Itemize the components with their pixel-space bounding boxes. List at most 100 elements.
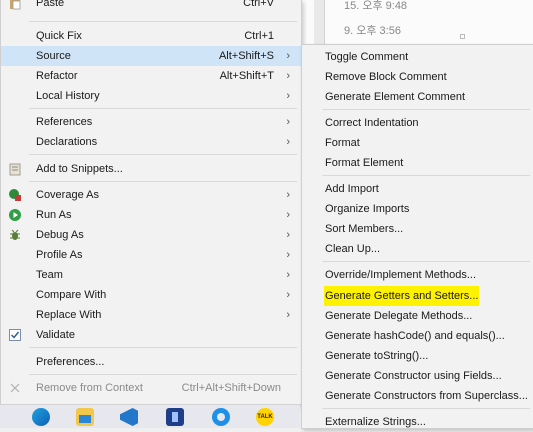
menu-separator bbox=[29, 347, 297, 348]
editor-marker bbox=[460, 34, 465, 39]
menu-item-label: Format Element bbox=[325, 157, 404, 169]
menu-item-label: Remove from Context bbox=[36, 382, 143, 394]
submenu-item-externalize-strings[interactable]: Externalize Strings... bbox=[302, 412, 533, 432]
submenu-item-generate-getters-setters[interactable]: Generate Getters and Setters... bbox=[302, 286, 533, 306]
menu-item-label: Add to Snippets... bbox=[36, 163, 123, 175]
menu-item-profile-as[interactable]: Profile As › bbox=[1, 245, 301, 265]
menu-item-label: Profile As bbox=[36, 249, 83, 261]
menu-separator bbox=[322, 109, 530, 110]
menu-item-coverage-as[interactable]: Coverage As › bbox=[1, 185, 301, 205]
submenu-arrow-icon: › bbox=[286, 289, 290, 301]
submenu-item-generate-constructor-fields[interactable]: Generate Constructor using Fields... bbox=[302, 366, 533, 386]
kakaotalk-icon[interactable]: TALK bbox=[256, 408, 274, 426]
submenu-arrow-icon: › bbox=[286, 269, 290, 281]
submenu-arrow-icon: › bbox=[286, 70, 290, 82]
submenu-item-toggle-comment[interactable]: Toggle Comment bbox=[302, 47, 533, 67]
menu-item-local-history[interactable]: Local History › bbox=[1, 86, 301, 106]
menu-item-label: Toggle Comment bbox=[325, 51, 409, 63]
internet-explorer-icon[interactable] bbox=[212, 408, 230, 426]
menu-item-refactor[interactable]: Refactor Alt+Shift+T › bbox=[1, 66, 301, 86]
menu-item-preferences[interactable]: Preferences... bbox=[1, 352, 301, 372]
submenu-item-clean-up[interactable]: Clean Up... bbox=[302, 239, 533, 259]
menu-item-label: Quick Fix bbox=[36, 30, 82, 42]
menu-item-label: Correct Indentation bbox=[325, 117, 419, 129]
context-menu: Paste Ctrl+V Quick Fix Ctrl+1 Source Alt… bbox=[0, 0, 302, 405]
menu-item-label: Override/Implement Methods... bbox=[325, 269, 477, 281]
menu-item-references[interactable]: References › bbox=[1, 112, 301, 132]
submenu-item-generate-hashcode-equals[interactable]: Generate hashCode() and equals()... bbox=[302, 326, 533, 346]
submenu-item-organize-imports[interactable]: Organize Imports bbox=[302, 199, 533, 219]
menu-item-label: Generate hashCode() and equals()... bbox=[325, 330, 505, 342]
menu-item-label: Debug As bbox=[36, 229, 84, 241]
menu-item-label: Team bbox=[36, 269, 63, 281]
coverage-icon bbox=[8, 188, 22, 202]
submenu-arrow-icon: › bbox=[286, 116, 290, 128]
menu-item-paste[interactable]: Paste Ctrl+V bbox=[1, 0, 301, 13]
menu-item-source[interactable]: Source Alt+Shift+S › bbox=[1, 46, 301, 66]
submenu-item-sort-members[interactable]: Sort Members... bbox=[302, 219, 533, 239]
menu-item-label: Remove Block Comment bbox=[325, 71, 447, 83]
menu-item-label: Generate Constructors from Superclass... bbox=[325, 390, 528, 402]
submenu-item-add-import[interactable]: Add Import bbox=[302, 179, 533, 199]
file-explorer-icon[interactable] bbox=[76, 408, 94, 426]
menu-item-label: References bbox=[36, 116, 93, 128]
source-submenu: Toggle Comment Remove Block Comment Gene… bbox=[301, 44, 533, 429]
submenu-arrow-icon: › bbox=[286, 209, 290, 221]
menu-item-label: Compare With bbox=[36, 289, 107, 301]
menu-item-declarations[interactable]: Declarations › bbox=[1, 132, 301, 152]
menu-item-remove-from-context[interactable]: Remove from Context Ctrl+Alt+Shift+Down bbox=[1, 378, 301, 398]
remove-context-icon bbox=[8, 381, 22, 395]
menu-item-label: Format bbox=[325, 137, 360, 149]
menu-separator bbox=[29, 21, 297, 22]
menu-item-label: Generate Delegate Methods... bbox=[325, 310, 473, 322]
menu-item-run-as[interactable]: Run As › bbox=[1, 205, 301, 225]
taskbar: TALK bbox=[0, 404, 300, 428]
menu-item-label: Preferences... bbox=[36, 356, 105, 368]
paste-icon bbox=[8, 0, 22, 10]
menu-item-label: Sort Members... bbox=[325, 223, 404, 235]
menu-item-label: Organize Imports bbox=[325, 203, 410, 215]
submenu-item-generate-element-comment[interactable]: Generate Element Comment bbox=[302, 87, 533, 107]
submenu-item-remove-block-comment[interactable]: Remove Block Comment bbox=[302, 67, 533, 87]
menu-item-team[interactable]: Team › bbox=[1, 265, 301, 285]
checkbox-check-icon bbox=[8, 328, 22, 342]
submenu-item-override-implement[interactable]: Override/Implement Methods... bbox=[302, 265, 533, 285]
menu-separator bbox=[322, 408, 530, 409]
submenu-item-generate-delegate[interactable]: Generate Delegate Methods... bbox=[302, 306, 533, 326]
submenu-item-correct-indentation[interactable]: Correct Indentation bbox=[302, 113, 533, 133]
menu-separator bbox=[29, 154, 297, 155]
menu-item-shortcut: Ctrl+Alt+Shift+Down bbox=[181, 382, 281, 394]
menu-separator bbox=[29, 108, 297, 109]
edge-browser-icon[interactable] bbox=[32, 408, 50, 426]
menu-separator bbox=[322, 261, 530, 262]
app-icon[interactable] bbox=[166, 408, 184, 426]
submenu-arrow-icon: › bbox=[286, 249, 290, 261]
submenu-arrow-icon: › bbox=[286, 90, 290, 102]
submenu-item-generate-tostring[interactable]: Generate toString()... bbox=[302, 346, 533, 366]
menu-item-label: Generate toString()... bbox=[325, 350, 429, 362]
editor-line-timestamp-1: 15. 오후 9:48 bbox=[344, 0, 408, 12]
submenu-arrow-icon: › bbox=[286, 309, 290, 321]
menu-separator bbox=[322, 175, 530, 176]
menu-item-debug-as[interactable]: Debug As › bbox=[1, 225, 301, 245]
menu-item-compare-with[interactable]: Compare With › bbox=[1, 285, 301, 305]
menu-item-quick-fix[interactable]: Quick Fix Ctrl+1 bbox=[1, 26, 301, 46]
menu-item-label: Generate Element Comment bbox=[325, 91, 466, 103]
submenu-arrow-icon: › bbox=[286, 229, 290, 241]
menu-item-validate[interactable]: Validate bbox=[1, 325, 301, 345]
menu-item-label: Declarations bbox=[36, 136, 98, 148]
menu-item-label: Replace With bbox=[36, 309, 102, 321]
menu-item-label: Local History bbox=[36, 90, 100, 102]
submenu-item-format-element[interactable]: Format Element bbox=[302, 153, 533, 173]
menu-separator bbox=[29, 374, 297, 375]
menu-item-label: Refactor bbox=[36, 70, 78, 82]
menu-separator bbox=[29, 181, 297, 182]
menu-item-add-to-snippets[interactable]: Add to Snippets... bbox=[1, 159, 301, 179]
submenu-item-generate-constructors-superclass[interactable]: Generate Constructors from Superclass... bbox=[302, 386, 533, 406]
editor-line-timestamp-2: 9. 오후 3:56 bbox=[344, 25, 401, 37]
menu-item-shortcut: Ctrl+V bbox=[243, 0, 274, 9]
menu-item-replace-with[interactable]: Replace With › bbox=[1, 305, 301, 325]
menu-item-label: Run As bbox=[36, 209, 72, 221]
vscode-icon[interactable] bbox=[120, 408, 138, 426]
submenu-item-format[interactable]: Format bbox=[302, 133, 533, 153]
